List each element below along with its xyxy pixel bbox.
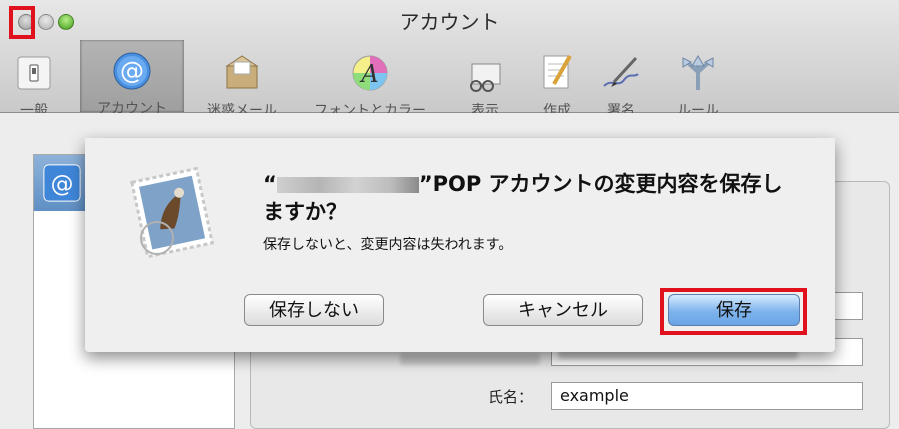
redacted-account-name — [276, 177, 419, 193]
mail-stamp-icon — [130, 166, 215, 259]
dialog-heading-line1: ”POP アカウントの変更内容を保存し — [418, 172, 783, 196]
at-sign-icon: @ — [113, 52, 151, 90]
toolbar-item-accounts[interactable]: @ アカウント — [80, 40, 184, 117]
toolbar-item-general[interactable]: 一般 — [12, 52, 56, 119]
svg-text:@: @ — [51, 172, 74, 198]
dialog-message: 保存しないと、変更内容は失われます。 — [263, 237, 513, 253]
cancel-button[interactable]: キャンセル — [483, 294, 643, 326]
save-button-highlight — [660, 288, 807, 335]
window-toolbar: アカウント 一般 @ アカウント 迷惑メール A フォントとカラー 表示 作成 … — [0, 0, 899, 119]
rules-icon — [682, 55, 714, 90]
svg-text:@: @ — [120, 57, 144, 85]
blurred-label — [400, 353, 540, 365]
viewing-icon — [470, 63, 501, 92]
toolbar-item-composing[interactable]: 作成 — [532, 52, 582, 119]
dialog-heading-line2: ますか？ — [263, 200, 347, 224]
full-name-field[interactable]: example — [551, 382, 863, 410]
toolbar-item-viewing[interactable]: 表示 — [460, 52, 510, 119]
signature-icon — [603, 56, 639, 87]
dont-save-button[interactable]: 保存しない — [244, 294, 384, 326]
general-switch-icon — [17, 56, 51, 90]
toolbar-item-signatures[interactable]: 署名 — [596, 52, 646, 119]
dialog-heading-open-quote: “ — [263, 172, 277, 196]
fonts-colors-icon: A — [352, 55, 388, 91]
toolbar-item-fonts-colors[interactable]: A フォントとカラー — [302, 52, 438, 119]
dialog-heading: “ ”POP アカウントの変更内容を保存し ますか？ — [263, 170, 823, 226]
close-button-highlight — [9, 6, 35, 39]
junk-mail-icon — [225, 55, 259, 89]
toolbar-item-rules[interactable]: ルール — [668, 52, 728, 119]
full-name-label: 氏名： — [488, 388, 534, 406]
window-title: アカウント — [399, 10, 500, 34]
composing-icon — [543, 55, 572, 89]
toolbar-item-junk-mail[interactable]: 迷惑メール — [194, 52, 290, 119]
at-sign-icon: @ — [43, 164, 81, 202]
svg-text:A: A — [359, 60, 378, 88]
